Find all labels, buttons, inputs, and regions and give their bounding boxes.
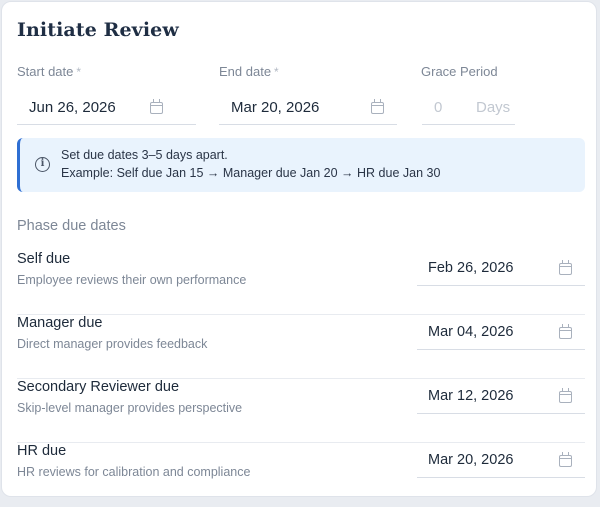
phase-row-manager: Manager due Direct manager provides feed… [17, 315, 585, 379]
self-due-date-field[interactable]: Feb 26, 2026 [417, 249, 585, 286]
calendar-icon[interactable] [559, 260, 572, 275]
phase-date-value: Mar 12, 2026 [428, 388, 514, 404]
phase-name: Secondary Reviewer due [17, 379, 180, 395]
phase-name: HR due [17, 443, 67, 459]
phase-description: Employee reviews their own performance [17, 273, 247, 287]
initiate-review-card: Initiate Review Start date * Jun 26, 2026… [1, 1, 597, 497]
grace-period-value: 0 [434, 99, 443, 116]
secondary-reviewer-due-date-field[interactable]: Mar 12, 2026 [417, 377, 585, 414]
phase-description: Skip-level manager provides perspective [17, 401, 243, 415]
phase-date-value: Mar 04, 2026 [428, 324, 514, 340]
info-banner: i Set due dates 3–5 days apart. Example:… [17, 138, 585, 192]
phase-name: Self due [17, 251, 71, 267]
hr-due-date-field[interactable]: Mar 20, 2026 [417, 441, 585, 478]
info-icon: i [35, 157, 50, 172]
grace-period-field[interactable]: 0 Days [422, 90, 515, 125]
calendar-icon[interactable] [559, 452, 572, 467]
grace-period-label: Grace Period [421, 64, 498, 79]
page-title: Initiate Review [17, 19, 179, 41]
phase-date-value: Mar 20, 2026 [428, 452, 514, 468]
end-date-label: End date * [219, 64, 279, 79]
info-text-primary: Set due dates 3–5 days apart. [61, 148, 228, 162]
required-mark: * [76, 65, 82, 79]
info-text-example: Example: Self due Jan 15 → Manager due J… [61, 166, 441, 180]
calendar-icon[interactable] [559, 324, 572, 339]
start-date-label-text: Start date [17, 64, 74, 79]
calendar-icon[interactable] [559, 388, 572, 403]
phase-date-value: Feb 26, 2026 [428, 260, 514, 276]
manager-due-date-field[interactable]: Mar 04, 2026 [417, 313, 585, 350]
phase-description: Direct manager provides feedback [17, 337, 208, 351]
start-date-field[interactable]: Jun 26, 2026 [17, 90, 196, 125]
phase-row-hr: HR due HR reviews for calibration and co… [17, 443, 585, 507]
end-date-label-text: End date [219, 64, 272, 79]
start-date-value: Jun 26, 2026 [29, 99, 116, 116]
phase-description: HR reviews for calibration and complianc… [17, 465, 251, 479]
end-date-field[interactable]: Mar 20, 2026 [219, 90, 397, 125]
phase-name: Manager due [17, 315, 103, 331]
calendar-icon[interactable] [150, 99, 163, 114]
start-date-label: Start date * [17, 64, 81, 79]
calendar-icon[interactable] [371, 99, 384, 114]
phase-row-secondary-reviewer: Secondary Reviewer due Skip-level manage… [17, 379, 585, 443]
grace-period-unit: Days [476, 99, 511, 116]
phase-row-self: Self due Employee reviews their own perf… [17, 251, 585, 315]
required-mark: * [274, 65, 279, 79]
end-date-value: Mar 20, 2026 [231, 99, 320, 116]
phase-section-title: Phase due dates [17, 218, 126, 234]
